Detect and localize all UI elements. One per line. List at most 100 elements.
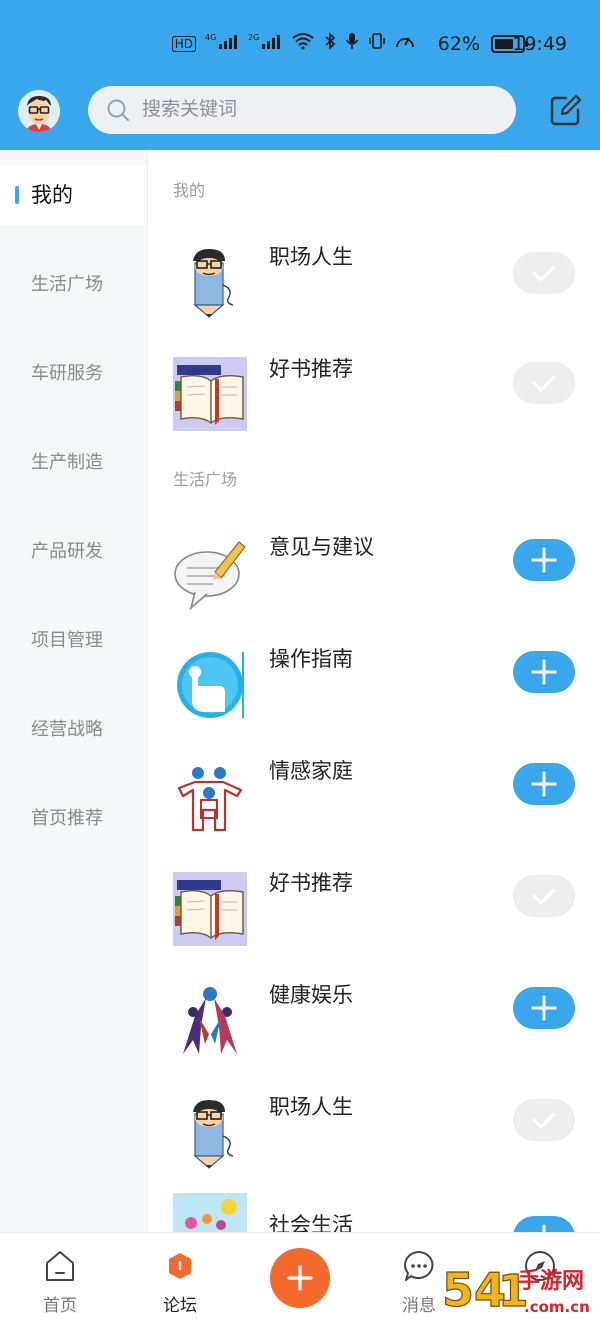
sidebar-item-home-recommend[interactable]: 首页推荐 (0, 789, 147, 849)
nav-home[interactable]: 首页 (15, 1233, 105, 1320)
forum-name: 意见与建议 (269, 535, 374, 559)
speech-pen-icon (174, 541, 246, 610)
forum-row[interactable]: 职场人生 (148, 1089, 600, 1179)
sidebar-item-label: 我的 (31, 183, 73, 207)
sidebar-item-product-rd[interactable]: 产品研发 (0, 522, 147, 582)
hd-icon: HD (171, 35, 196, 52)
touch-hand-icon (173, 648, 247, 722)
family-icon (177, 767, 243, 832)
sidebar-item-business-strategy[interactable]: 经营战略 (0, 700, 147, 760)
avatar[interactable] (18, 90, 60, 132)
forum-name: 健康娱乐 (269, 983, 353, 1007)
check-icon (532, 888, 556, 905)
forum-name: 情感家庭 (269, 759, 353, 783)
sidebar-item-life-square[interactable]: 生活广场 (0, 255, 147, 315)
add-toggle[interactable] (513, 987, 575, 1029)
plus-icon (531, 995, 557, 1021)
bluetooth-icon (324, 32, 336, 55)
forum-row[interactable]: 社会生活 (148, 1193, 600, 1232)
app-header: HD 4G 2G 62% 19:49 (0, 0, 600, 150)
status-icons: HD 4G 2G (171, 32, 415, 55)
forum-row[interactable]: 职场人生 (148, 238, 600, 328)
forum-row[interactable]: 健康娱乐 (148, 977, 600, 1067)
sidebar-item-mine[interactable]: 我的 (0, 165, 147, 225)
svg-text:.com.cn: .com.cn (524, 1298, 590, 1316)
joined-toggle[interactable] (513, 252, 575, 294)
dancers-icon (183, 987, 237, 1054)
forum-name: 社会生活 (269, 1213, 353, 1232)
forum-name: 好书推荐 (269, 871, 353, 895)
search-bar[interactable] (88, 86, 516, 134)
message-icon (404, 1251, 434, 1281)
plus-icon (531, 659, 557, 685)
forum-row[interactable]: 好书推荐 (148, 865, 600, 955)
nav-label: 论坛 (163, 1296, 197, 1316)
pencil-man-icon (193, 249, 234, 318)
check-icon (532, 1112, 556, 1129)
forum-name: 职场人生 (269, 1095, 353, 1119)
active-indicator (15, 186, 19, 204)
create-post-button[interactable] (270, 1248, 330, 1308)
compose-icon[interactable] (548, 94, 582, 128)
sidebar-item-label: 经营战略 (31, 719, 103, 740)
section-title-mine: 我的 (173, 181, 206, 200)
plus-icon (531, 547, 557, 573)
wifi-icon (291, 32, 315, 55)
add-toggle[interactable] (513, 539, 575, 581)
forum-name: 操作指南 (269, 647, 353, 671)
scenery-icon (173, 1193, 247, 1232)
watermark-logo: 54 1 手游网 .com.cn (441, 1262, 590, 1317)
status-time: 19:49 (512, 33, 567, 55)
svg-text:手游网: 手游网 (518, 1268, 584, 1294)
sidebar-item-label: 车研服务 (31, 363, 103, 384)
sidebar-item-manufacturing[interactable]: 生产制造 (0, 433, 147, 493)
add-toggle[interactable] (513, 763, 575, 805)
forum-name: 好书推荐 (269, 357, 353, 381)
check-icon (532, 375, 556, 392)
vibrate-icon (368, 32, 386, 55)
speedometer-icon (395, 32, 415, 55)
plus-icon (542, 1224, 546, 1232)
signal-2g-icon: 2G (248, 32, 282, 55)
signal-2g-label: 2G (248, 33, 259, 42)
category-sidebar: 我的 生活广场 车研服务 生产制造 产品研发 项目管理 经营战略 首页推荐 (0, 150, 148, 1232)
forum-name: 职场人生 (269, 245, 353, 269)
open-book-icon (173, 872, 247, 946)
forum-icon (169, 1253, 191, 1279)
plus-icon (531, 771, 557, 797)
forum-row[interactable]: 好书推荐 (148, 350, 600, 440)
sidebar-item-label: 产品研发 (31, 541, 103, 562)
signal-4g-icon: 4G (205, 32, 239, 55)
search-input[interactable] (142, 86, 492, 134)
battery-percent: 62% (437, 33, 480, 55)
search-icon (107, 99, 130, 122)
forum-row[interactable]: 意见与建议 (148, 529, 600, 619)
home-icon (46, 1251, 74, 1281)
joined-toggle[interactable] (513, 875, 575, 917)
svg-text:54: 54 (442, 1263, 506, 1317)
sidebar-item-label: 生活广场 (31, 274, 103, 295)
sidebar-item-label: 首页推荐 (31, 808, 103, 829)
section-title-life-square: 生活广场 (173, 470, 238, 489)
check-icon (532, 265, 556, 282)
sidebar-item-vehicle-service[interactable]: 车研服务 (0, 344, 147, 404)
pencil-man-icon (193, 1100, 234, 1169)
nav-label: 首页 (43, 1296, 77, 1316)
add-toggle[interactable] (513, 651, 575, 693)
joined-toggle[interactable] (513, 362, 575, 404)
microphone-icon (345, 32, 359, 55)
signal-4g-label: 4G (205, 33, 216, 42)
forum-row[interactable]: 操作指南 (148, 641, 600, 731)
sidebar-item-project-management[interactable]: 项目管理 (0, 611, 147, 671)
cartoon-man-icon (18, 90, 60, 132)
nav-forum[interactable]: 论坛 (135, 1233, 225, 1320)
forum-page: HD 4G 2G 62% 19:49 搜索关键词 我的 生活广场 车研服务 生产… (0, 0, 600, 1320)
joined-toggle[interactable] (513, 1099, 575, 1141)
open-book-icon (173, 357, 247, 431)
plus-icon (287, 1265, 313, 1291)
forum-row[interactable]: 情感家庭 (148, 753, 600, 843)
sidebar-item-label: 生产制造 (31, 452, 103, 473)
add-toggle[interactable] (513, 1216, 575, 1232)
sidebar-item-label: 项目管理 (31, 630, 103, 651)
forum-list: 我的 职场人生 好书推荐 生活广场 意见与建议 操作指南 情感家庭 好书推荐 健… (148, 150, 600, 1232)
